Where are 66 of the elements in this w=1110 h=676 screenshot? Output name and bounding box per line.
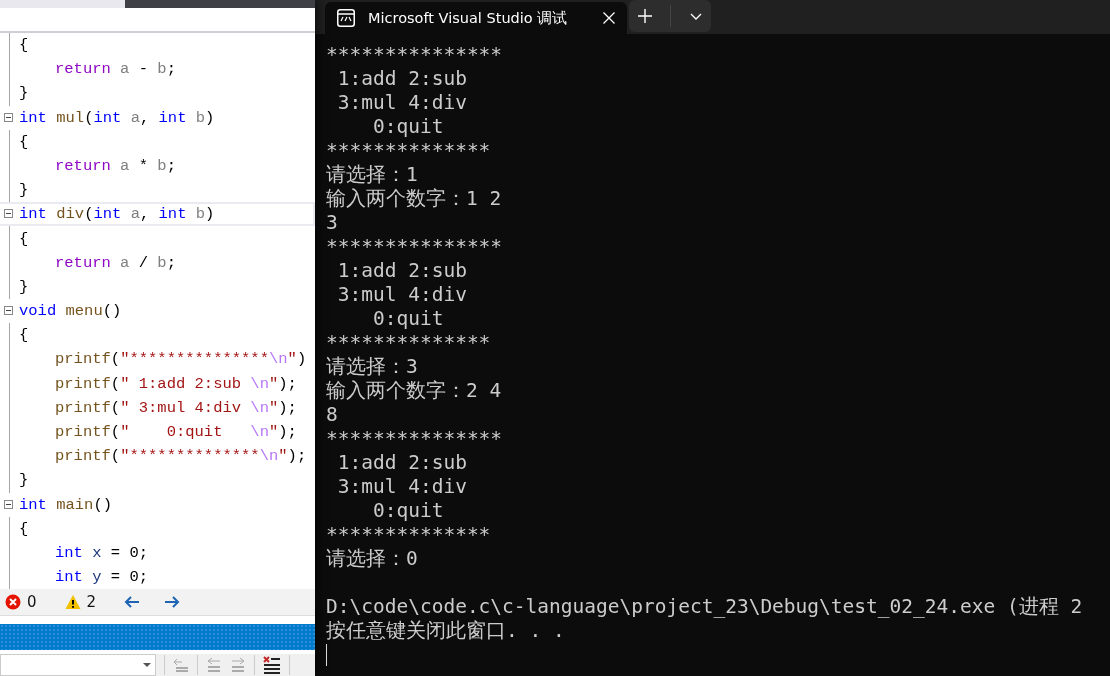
tab-title: Microsoft Visual Studio 调试 [368, 8, 569, 28]
forward-arrow-icon[interactable] [164, 596, 181, 609]
console-line: 8 [326, 403, 339, 427]
code-line: int x = 0; [54, 544, 149, 562]
console-line: 3:mul 4:div [336, 91, 468, 115]
console-line: 请选择：3 [326, 355, 419, 379]
code-line: { [18, 36, 29, 55]
console-line: 0:quit [371, 307, 445, 331]
warning-count[interactable]: 2 [86, 593, 97, 612]
error-icon [5, 594, 21, 611]
console-line: 0:quit [371, 499, 445, 523]
text-cursor [326, 644, 327, 666]
console-line: *************** [326, 427, 504, 451]
code-line: printf("**************\n"); [54, 447, 307, 466]
code-line: int main() [18, 495, 113, 514]
code-line: } [18, 84, 29, 103]
terminal-tab[interactable]: Microsoft Visual Studio 调试 [325, 2, 627, 34]
console-line: ************** [326, 139, 492, 163]
console-line: 请选择：1 [326, 163, 419, 187]
code-line: return a / b; [54, 253, 176, 272]
error-count[interactable]: 0 [27, 593, 37, 612]
console-line: 0:quit [371, 115, 445, 139]
code-line: } [18, 277, 29, 296]
code-line: printf(" 1:add 2:sub \n"); [54, 374, 297, 393]
console-line: 1:add 2:sub [336, 67, 468, 91]
console-line: 1:add 2:sub [336, 451, 468, 475]
console-line: 请选择：0 [326, 547, 419, 571]
code-line: printf(" 3:mul 4:div \n"); [54, 398, 297, 417]
code-line: printf(" 0:quit \n"); [54, 423, 297, 442]
code-line: { [18, 519, 29, 538]
code-line: { [18, 326, 29, 345]
collapse-icon[interactable] [4, 306, 13, 316]
console-line: 3:mul 4:div [336, 283, 468, 307]
warning-icon [64, 594, 81, 611]
console-line: ************** [326, 331, 492, 355]
console-line: ************** [326, 523, 492, 547]
new-tab-icon[interactable] [638, 9, 653, 23]
caret-icon [143, 663, 151, 667]
collapse-icon[interactable] [4, 112, 13, 122]
collapse-icon[interactable] [4, 499, 13, 509]
console-line: D:\code\code.c\c-language\project_23\Debug\test_02_24.exe (进程 2 [326, 595, 1084, 619]
code-line: } [18, 471, 29, 490]
console-line: 3 [326, 211, 339, 235]
code-line: } [18, 181, 29, 200]
console-line: 输入两个数字：2 4 [326, 379, 503, 403]
code-line: void menu() [18, 302, 122, 321]
console-line: 按任意键关闭此窗口. . . [326, 619, 566, 643]
collapse-icon[interactable] [4, 209, 13, 219]
back-arrow-icon[interactable] [124, 596, 141, 609]
code-line: printf("***************\n") [54, 350, 307, 369]
code-line: return a * b; [54, 157, 176, 175]
code-line: { [18, 229, 29, 248]
code-line: int mul(int a, int b) [18, 108, 215, 127]
code-line: return a - b; [54, 60, 176, 79]
clear-list-icon[interactable] [263, 656, 281, 674]
console-line: *************** [326, 43, 504, 67]
console-icon [337, 9, 355, 27]
code-line: int div(int a, int b) [18, 205, 215, 224]
console-line: 3:mul 4:div [336, 475, 468, 499]
code-line: int y = 0; [54, 568, 149, 587]
close-icon[interactable] [603, 12, 615, 24]
console-line: 1:add 2:sub [336, 259, 468, 283]
console-line: 输入两个数字：1 2 [326, 187, 503, 211]
code-line: { [18, 132, 29, 151]
chevron-down-icon[interactable] [689, 12, 702, 20]
console-line: *************** [326, 235, 504, 259]
